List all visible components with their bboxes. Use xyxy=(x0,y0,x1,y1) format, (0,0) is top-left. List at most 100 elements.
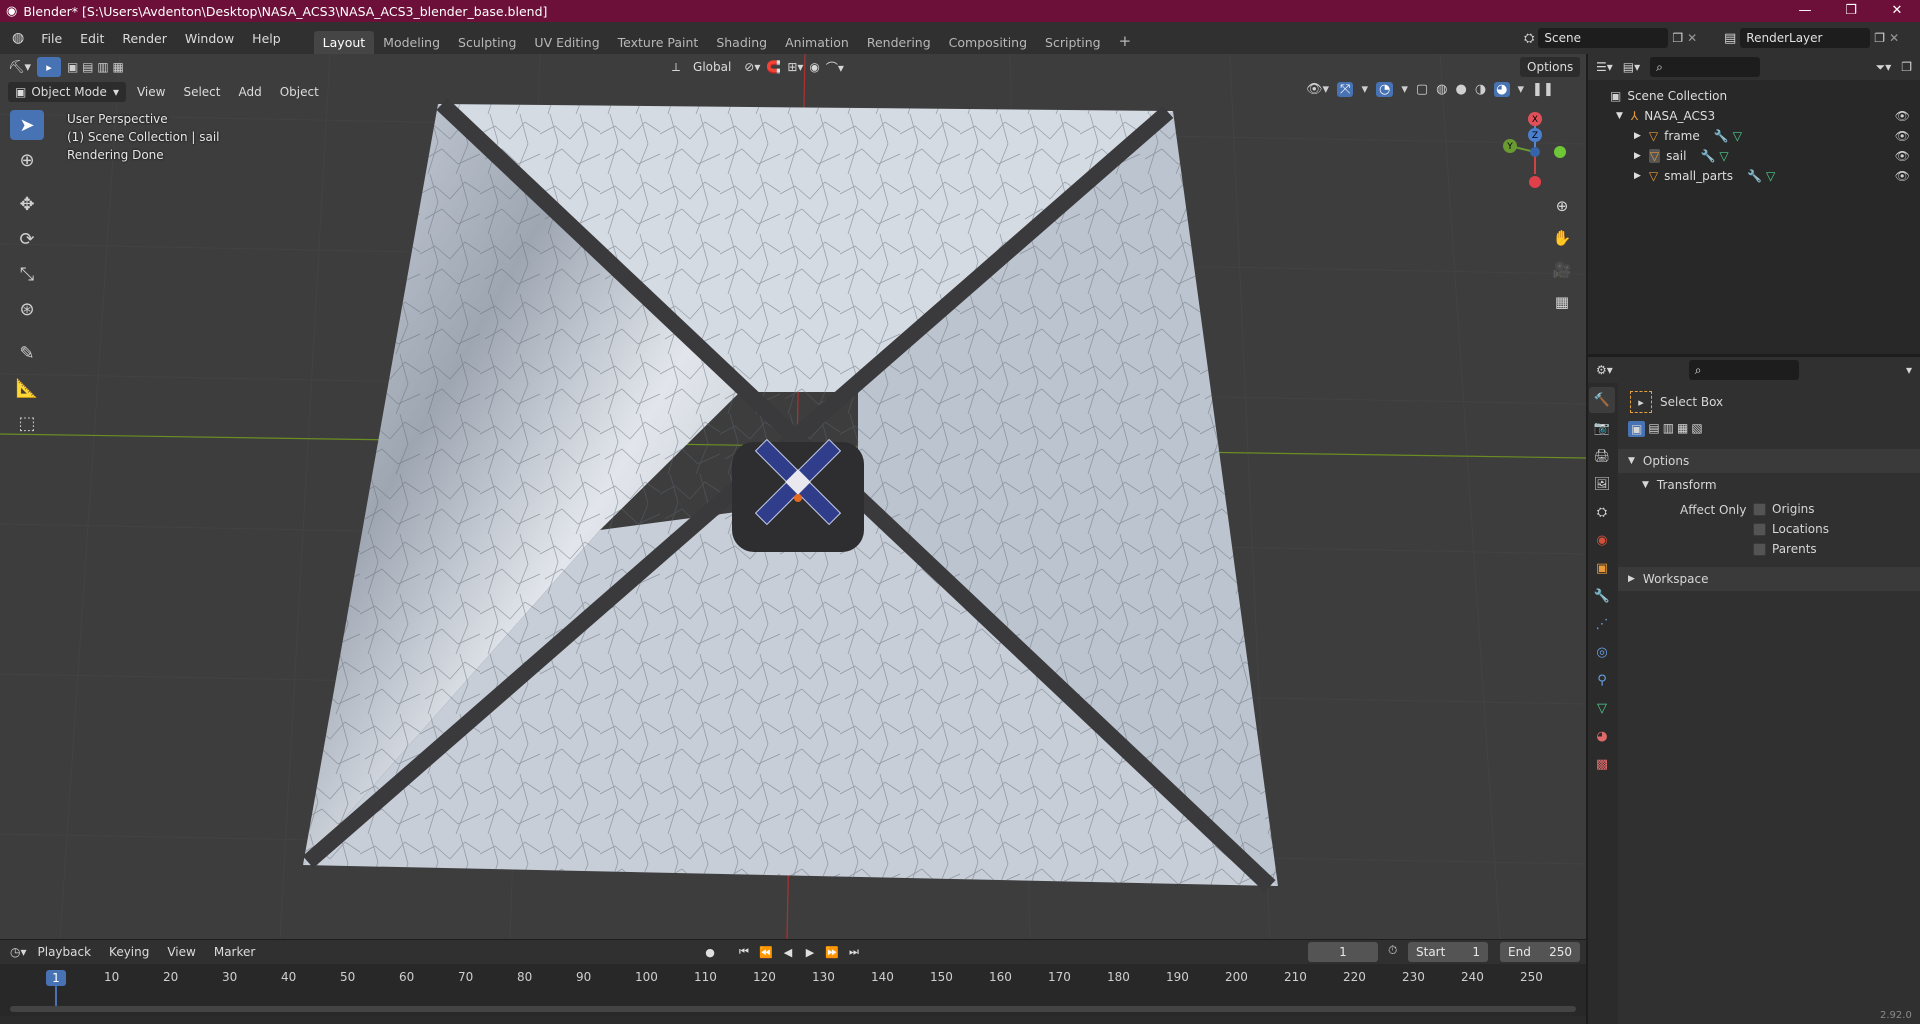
tab-modeling[interactable]: Modeling xyxy=(374,31,449,54)
minimize-button[interactable]: — xyxy=(1782,0,1828,22)
prev-keyframe-icon[interactable]: ⏪ xyxy=(756,942,776,962)
visibility-eye-icon[interactable]: 👁 xyxy=(1895,169,1910,183)
menu-file[interactable]: File xyxy=(32,31,71,46)
world-tab-icon[interactable]: ◉ xyxy=(1589,527,1615,553)
outliner-item-sail[interactable]: ▶ ▽ sail 🔧 ▽ 👁 xyxy=(1588,146,1920,166)
workspace-panel-header[interactable]: ▶ Workspace xyxy=(1618,567,1920,591)
locations-checkbox[interactable]: Locations xyxy=(1753,522,1829,536)
outliner-search-input[interactable]: ⌕ xyxy=(1650,57,1761,77)
menu-edit[interactable]: Edit xyxy=(71,31,113,46)
new-view-layer-icon[interactable]: ❐ xyxy=(1874,31,1885,45)
viewport-canvas[interactable] xyxy=(0,54,1586,939)
overlays-toggle-icon[interactable]: ◔ xyxy=(1375,82,1394,97)
options-panel-header[interactable]: ▼ Options xyxy=(1618,449,1920,473)
shading-options-icon[interactable]: ▾ xyxy=(1518,82,1525,97)
jump-end-icon[interactable]: ⏭ xyxy=(844,942,864,962)
timeline-menu-marker[interactable]: Marker xyxy=(207,942,262,962)
add-cube-tool-icon[interactable]: ⬚ xyxy=(10,408,44,438)
falloff-icon[interactable]: ⌒▾ xyxy=(826,59,844,76)
xray-icon[interactable]: ▢ xyxy=(1416,82,1428,97)
object-tab-icon[interactable]: ▣ xyxy=(1589,555,1615,581)
gizmo-toggle-icon[interactable]: ⤧ xyxy=(1337,82,1354,97)
proportional-edit-icon[interactable]: ◉ xyxy=(809,60,819,74)
scene-field[interactable]: Scene xyxy=(1538,28,1669,48)
options-dropdown[interactable]: Options xyxy=(1520,57,1581,77)
playhead[interactable]: 1 xyxy=(46,970,66,986)
solid-shading-icon[interactable]: ● xyxy=(1455,82,1466,97)
menu-help[interactable]: Help xyxy=(243,31,290,46)
visibility-eye-icon[interactable]: 👁 xyxy=(1895,129,1910,143)
expand-arrow-icon[interactable]: ▶ xyxy=(1634,151,1641,161)
outliner-editor-icon[interactable]: ☰▾ xyxy=(1596,60,1613,74)
viewport-menu-add[interactable]: Add xyxy=(231,82,268,102)
pan-hand-icon[interactable]: ✋ xyxy=(1548,224,1576,252)
tool-tab-icon[interactable]: 🔨 xyxy=(1589,387,1615,413)
mesh-data-icon[interactable]: ▽ xyxy=(1733,129,1742,143)
pivot-icon[interactable]: ⊘▾ xyxy=(744,60,760,74)
camera-view-icon[interactable]: 🎥 xyxy=(1548,256,1576,284)
outliner-item-small-parts[interactable]: ▶ ▽ small_parts 🔧 ▽ 👁 xyxy=(1588,166,1920,186)
start-frame-field[interactable]: Start 1 xyxy=(1408,942,1488,962)
render-layer-field[interactable]: RenderLayer xyxy=(1740,28,1871,48)
tab-rendering[interactable]: Rendering xyxy=(858,31,940,54)
tab-sculpting[interactable]: Sculpting xyxy=(449,31,525,54)
navigation-gizmo[interactable]: X Z Y xyxy=(1490,110,1570,194)
add-workspace-icon[interactable]: + xyxy=(1110,28,1141,54)
particles-tab-icon[interactable]: ⋰ xyxy=(1589,611,1615,637)
transform-subpanel-header[interactable]: ▼ Transform xyxy=(1618,473,1920,497)
expand-arrow-icon[interactable]: ▶ xyxy=(1634,131,1641,141)
next-keyframe-icon[interactable]: ⏩ xyxy=(822,942,842,962)
menu-render[interactable]: Render xyxy=(113,31,176,46)
move-tool-icon[interactable]: ✥ xyxy=(10,189,44,219)
mesh-data-icon[interactable]: ▽ xyxy=(1766,169,1775,183)
end-frame-field[interactable]: End 250 xyxy=(1500,942,1580,962)
delete-view-layer-icon[interactable]: ✕ xyxy=(1889,31,1899,45)
physics-tab-icon[interactable]: ◎ xyxy=(1589,639,1615,665)
timeline-menu-view[interactable]: View xyxy=(160,942,202,962)
3d-viewport[interactable]: ⛏▾ ▸ ▣ ▤ ▥ ▦ ⟂ Global ⊘▾ 🧲 ⊞▾ ◉ ⌒▾ Optio… xyxy=(0,54,1586,939)
tab-uv-editing[interactable]: UV Editing xyxy=(525,31,608,54)
play-reverse-icon[interactable]: ◀ xyxy=(778,942,798,962)
viewport-menu-select[interactable]: Select xyxy=(176,82,227,102)
blender-menu-icon[interactable]: ◍ xyxy=(0,30,32,46)
selection-mode-icons[interactable]: ▣ ▤ ▥ ▦ xyxy=(67,60,124,74)
mode-intersect-icon[interactable]: ▧ xyxy=(1691,421,1702,437)
tab-animation[interactable]: Animation xyxy=(776,31,858,54)
mode-subtract-icon[interactable]: ▥ xyxy=(1663,421,1674,437)
constraints-tab-icon[interactable]: ⚲ xyxy=(1589,667,1615,693)
zoom-icon[interactable]: ⊕ xyxy=(1548,192,1576,220)
new-scene-icon[interactable]: ❐ xyxy=(1672,31,1683,45)
material-shading-icon[interactable]: ◑ xyxy=(1475,82,1486,97)
texture-tab-icon[interactable]: ▩ xyxy=(1589,751,1615,777)
timeline-scrubber[interactable]: 1 10 20 30 40 50 60 70 80 90 100 110 120 130 140 150 16… xyxy=(0,964,1586,1016)
scene-icon[interactable]: ⛭ xyxy=(1524,31,1534,46)
record-icon[interactable]: ● xyxy=(700,942,720,962)
mode-invert-icon[interactable]: ▦ xyxy=(1677,421,1688,437)
expand-arrow-icon[interactable]: ▶ xyxy=(1634,171,1641,181)
output-tab-icon[interactable]: 🖨 xyxy=(1589,443,1615,469)
wireframe-shading-icon[interactable]: ◍ xyxy=(1436,82,1447,97)
editor-type-icon[interactable]: ⛏▾ xyxy=(8,60,31,75)
visibility-icon[interactable]: 👁▾ xyxy=(1306,82,1329,97)
properties-search-input[interactable]: ⌕ xyxy=(1688,360,1799,380)
tab-layout[interactable]: Layout xyxy=(313,31,375,54)
modifier-icon[interactable]: 🔧 xyxy=(1747,169,1762,183)
properties-editor-icon[interactable]: ⚙▾ xyxy=(1596,363,1613,377)
parents-checkbox[interactable]: Parents xyxy=(1753,542,1817,556)
expand-arrow-icon[interactable]: ▼ xyxy=(1616,111,1623,121)
modifier-icon[interactable]: 🔧 xyxy=(1700,149,1715,163)
mode-set-icon[interactable]: ▣ xyxy=(1628,421,1646,437)
view-layer-tab-icon[interactable]: 🖼 xyxy=(1589,471,1615,497)
jump-start-icon[interactable]: ⏮ xyxy=(734,942,754,962)
mesh-data-icon[interactable]: ▽ xyxy=(1719,149,1728,163)
modifier-tab-icon[interactable]: 🔧 xyxy=(1589,583,1615,609)
material-tab-icon[interactable]: ◕ xyxy=(1589,723,1615,749)
viewport-menu-object[interactable]: Object xyxy=(273,82,326,102)
transform-tool-icon[interactable]: ⊛ xyxy=(10,294,44,324)
transform-orientation-dropdown[interactable]: Global xyxy=(686,57,738,77)
current-frame-field[interactable]: 1 xyxy=(1308,942,1378,962)
restore-button[interactable]: ❐ xyxy=(1828,0,1874,22)
tab-compositing[interactable]: Compositing xyxy=(940,31,1036,54)
delete-scene-icon[interactable]: ✕ xyxy=(1687,31,1697,45)
select-tool-icon[interactable]: ➤ xyxy=(10,110,44,140)
